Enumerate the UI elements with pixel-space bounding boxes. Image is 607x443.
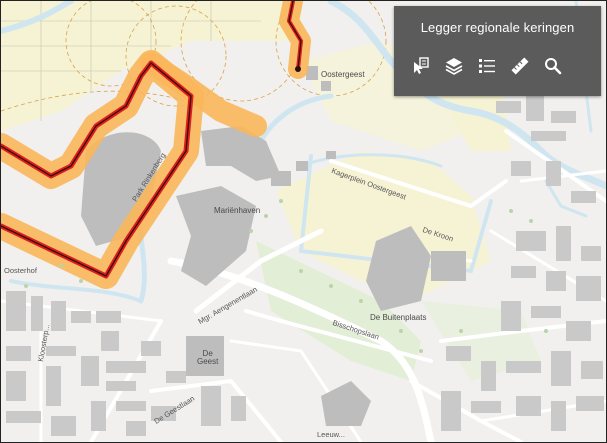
label-marienhaven: Mariënhaven [214, 206, 261, 215]
measure-ruler-icon [511, 57, 529, 75]
legend-button[interactable] [473, 52, 501, 80]
label-leeuw: Leeuw... [317, 430, 345, 439]
layers-icon [445, 58, 463, 75]
label-oostergeest: Oostergeest [321, 70, 365, 79]
building-kroon [431, 251, 466, 281]
layers-button[interactable] [440, 52, 468, 80]
label-de-buitenplaats: De Buitenplaats [370, 313, 427, 322]
measure-button[interactable] [506, 52, 534, 80]
panel-title: Legger regionale keringen [420, 20, 575, 35]
search-icon [545, 58, 562, 75]
label-oosterhof: Oosterhof [4, 266, 37, 275]
search-button[interactable] [539, 52, 567, 80]
map-viewport[interactable]: Oostergeest Mariënhaven De Geest De Buit… [0, 0, 607, 443]
select-tool-button[interactable] [407, 52, 435, 80]
legend-list-icon [479, 59, 495, 73]
dike-endpoint [295, 66, 301, 72]
panel-toolbar [407, 52, 567, 80]
select-pointer-icon [414, 57, 429, 74]
label-de-geest: De Geest [197, 349, 219, 366]
legger-panel: Legger regionale keringen [394, 6, 601, 96]
